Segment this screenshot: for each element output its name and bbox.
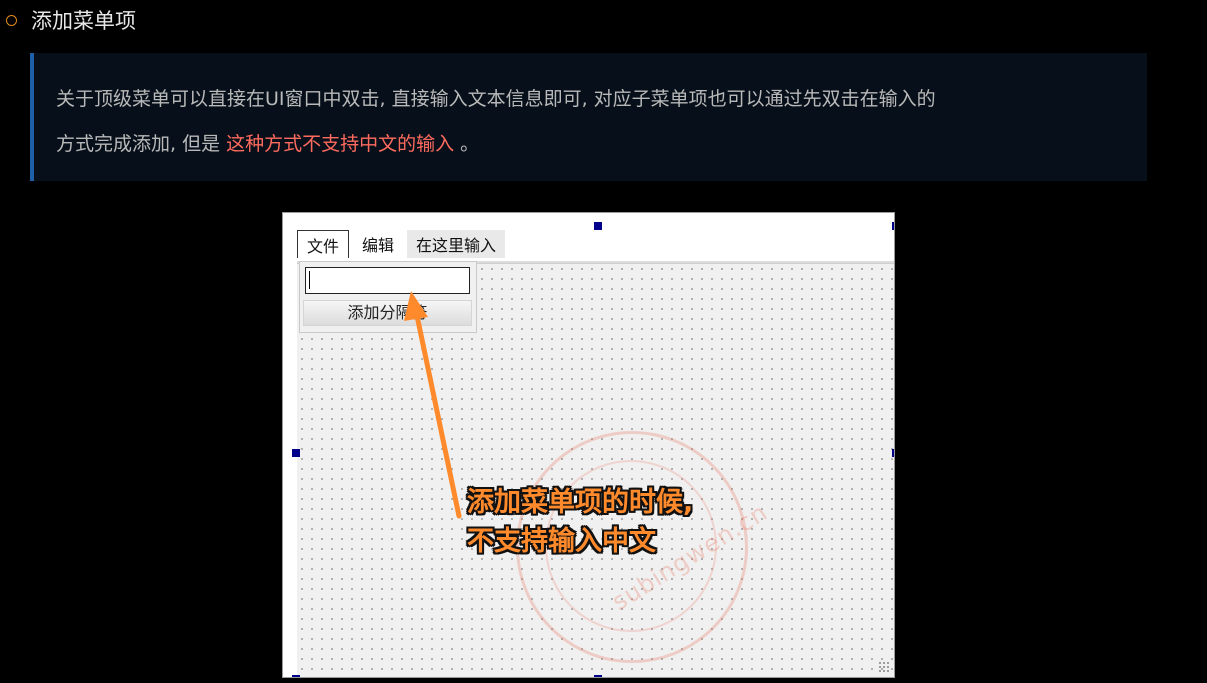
menu-bar: 文件 编辑 在这里输入 [297, 230, 509, 258]
circle-bullet-icon [6, 14, 17, 26]
note-line-2: 方式完成添加, 但是 这种方式不支持中文的输入 。 [56, 122, 1127, 167]
note-line-1: 关于顶级菜单可以直接在UI窗口中双击, 直接输入文本信息即可, 对应子菜单项也可… [56, 88, 936, 110]
selection-handle[interactable] [892, 449, 894, 457]
menu-item-type-here[interactable]: 在这里输入 [407, 230, 506, 258]
selection-handle[interactable] [892, 222, 894, 230]
selection-handle[interactable] [594, 675, 602, 677]
submenu-text-input[interactable] [305, 267, 470, 294]
callout-annotation: 添加菜单项的时候, 不支持输入中文 [467, 483, 693, 561]
selection-handle[interactable] [292, 675, 300, 677]
section-heading: 添加菜单项 [4, 2, 136, 38]
menu-item-edit[interactable]: 编辑 [353, 230, 403, 258]
note-line-2-prefix: 方式完成添加, 但是 [56, 133, 227, 155]
note-line-2-suffix: 。 [454, 133, 480, 155]
text-caret [309, 271, 310, 289]
selection-handle[interactable] [594, 222, 602, 230]
menu-item-file[interactable]: 文件 [297, 230, 350, 258]
designer-screenshot: 文件 编辑 在这里输入 添加分隔符 subingwen.cn 添加菜单项的时候,… [282, 212, 895, 678]
callout-line-2: 不支持输入中文 [467, 526, 656, 557]
callout-line-1: 添加菜单项的时候, [467, 487, 694, 518]
submenu-dropdown: 添加分隔符 [299, 261, 477, 333]
page: 添加菜单项 关于顶级菜单可以直接在UI窗口中双击, 直接输入文本信息即可, 对应… [0, 0, 1207, 683]
resize-grip-icon[interactable] [878, 661, 890, 673]
note-blockquote: 关于顶级菜单可以直接在UI窗口中双击, 直接输入文本信息即可, 对应子菜单项也可… [30, 53, 1147, 181]
note-highlight: 这种方式不支持中文的输入 [226, 133, 455, 155]
selection-handle[interactable] [292, 449, 300, 457]
heading-text: 添加菜单项 [31, 9, 136, 33]
add-separator-button[interactable]: 添加分隔符 [303, 300, 472, 326]
